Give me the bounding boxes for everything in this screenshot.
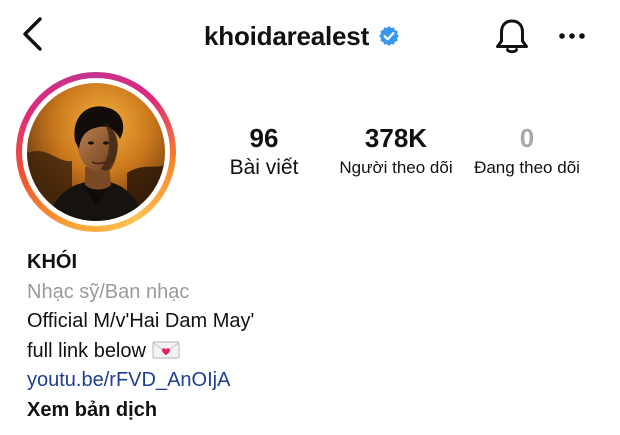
love-letter-icon bbox=[152, 341, 180, 358]
notifications-button[interactable] bbox=[493, 16, 531, 56]
see-translation-button[interactable]: Xem bản dịch bbox=[27, 396, 607, 426]
display-name: KHÓI bbox=[27, 251, 77, 273]
followers-count[interactable]: 378K Người theo dõi bbox=[330, 122, 462, 182]
category-label: Nhạc sỹ/Ban nhạc bbox=[27, 280, 190, 303]
following-label: Đang theo dõi bbox=[474, 158, 580, 177]
verified-badge-icon bbox=[379, 26, 399, 46]
bell-icon bbox=[496, 19, 528, 54]
profile-header: khoidarealest bbox=[0, 0, 620, 76]
more-horizontal-icon bbox=[559, 33, 585, 39]
header-title: khoidarealest bbox=[204, 18, 400, 54]
profile-bio: KHÓI Nhạc sỹ/Ban nhạc Official M/v'Hai D… bbox=[27, 248, 607, 425]
avatar bbox=[27, 83, 165, 221]
avatar-story-ring[interactable] bbox=[16, 72, 176, 232]
more-options-button[interactable] bbox=[555, 22, 589, 50]
chevron-left-icon bbox=[23, 17, 42, 51]
followers-label: Người theo dõi bbox=[339, 158, 453, 177]
username: khoidarealest bbox=[204, 20, 370, 51]
posts-count[interactable]: 96 Bài viết bbox=[215, 122, 313, 182]
bio-text-line-1: Official M/v'Hai Dam May' bbox=[27, 310, 255, 332]
profile-photo bbox=[27, 83, 165, 221]
posts-label: Bài viết bbox=[229, 156, 299, 179]
bio-external-link[interactable]: youtu.be/rFVD_AnOIjA bbox=[27, 366, 607, 396]
back-button[interactable] bbox=[14, 14, 54, 54]
posts-number: 96 bbox=[249, 123, 279, 153]
following-count[interactable]: 0 Đang theo dõi bbox=[466, 122, 588, 182]
bio-text-line-2-text: full link below bbox=[27, 339, 146, 362]
followers-number: 378K bbox=[364, 123, 428, 153]
following-number: 0 bbox=[519, 123, 535, 153]
bio-text-line-2: full link below bbox=[27, 337, 607, 367]
